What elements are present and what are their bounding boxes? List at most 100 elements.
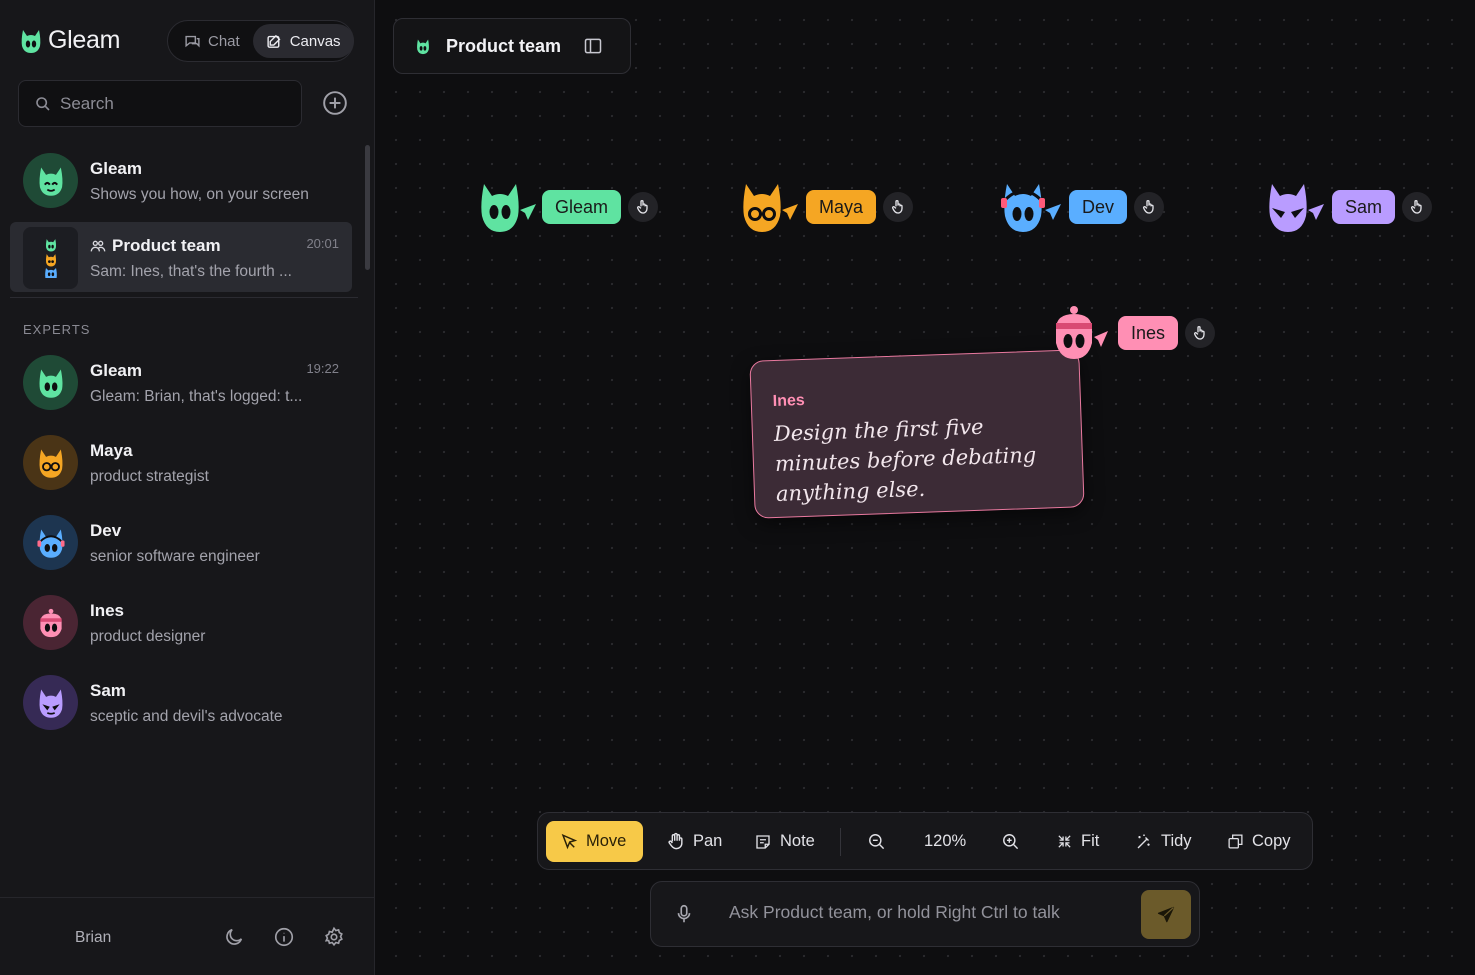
agent-gleam[interactable]: Gleam	[478, 180, 659, 234]
send-button[interactable]	[1141, 890, 1191, 939]
dev-character-icon	[1001, 184, 1061, 232]
sidebar-panel-icon[interactable]	[583, 36, 603, 56]
info-icon[interactable]	[273, 926, 295, 948]
note-text: Design the first five minutes before deb…	[773, 414, 1037, 506]
pan-tool-label: Pan	[693, 832, 723, 850]
expert-name: Ines	[90, 601, 125, 620]
pointer-hand-icon	[1143, 200, 1154, 214]
maya-avatar-icon	[39, 448, 62, 478]
zoom-in-icon	[1003, 834, 1019, 850]
send-icon	[1157, 906, 1175, 922]
expert-subtitle: product designer	[90, 628, 206, 645]
expert-time: 19:22	[306, 361, 339, 376]
copy-label: Copy	[1252, 832, 1291, 850]
expert-item-gleam[interactable]: Gleam Gleam: Brian, that's logged: t... …	[10, 347, 352, 417]
expert-name: Sam	[90, 681, 126, 700]
canvas-toolbar: Move Pan Note 120% Fit Tidy Copy	[537, 812, 1313, 870]
toolbar-separator	[840, 828, 841, 856]
copy-button[interactable]: Copy	[1213, 821, 1305, 862]
canvas-mode-button[interactable]: Canvas	[252, 24, 354, 58]
zoom-level[interactable]: 120%	[910, 821, 980, 862]
magic-wand-icon	[1137, 834, 1150, 848]
zoom-out-button[interactable]	[853, 821, 900, 862]
avatar	[23, 675, 78, 730]
dev-avatar-icon	[36, 528, 65, 558]
sidebar-scrollbar[interactable]	[365, 145, 370, 270]
sam-character-icon	[1269, 184, 1324, 232]
chat-mode-label: Chat	[208, 32, 240, 50]
agent-hand-button[interactable]	[628, 192, 659, 222]
agent-hand-button[interactable]	[1134, 192, 1165, 222]
maya-mini-icon	[45, 254, 56, 267]
app-name: Gleam	[48, 26, 121, 54]
canvas-mode-label: Canvas	[289, 32, 341, 50]
expert-name: Dev	[90, 521, 122, 540]
gleam-character-icon	[481, 184, 536, 232]
note-card[interactable]: Ines Design the first five minutes befor…	[749, 349, 1085, 519]
search-input[interactable]	[60, 93, 280, 114]
conversation-item-product-team[interactable]: Product team Sam: Ines, that's the fourt…	[10, 222, 352, 292]
ask-bar	[650, 881, 1200, 947]
pointer-hand-icon	[892, 200, 903, 214]
agent-ines[interactable]: Ines	[1052, 305, 1216, 361]
agent-sam[interactable]: Sam	[1266, 180, 1433, 234]
avatar	[23, 515, 78, 570]
chat-mode-button[interactable]: Chat	[171, 24, 253, 58]
pan-tool-button[interactable]: Pan	[652, 821, 736, 862]
gear-icon[interactable]	[323, 926, 345, 948]
sidebar-footer: Brian	[0, 897, 375, 975]
agent-maya[interactable]: Maya	[740, 180, 914, 234]
conversation-time: 20:01	[306, 236, 339, 251]
note-author: Ines	[772, 391, 806, 411]
agent-hand-button[interactable]	[1402, 192, 1433, 222]
copy-icon	[1228, 834, 1243, 849]
edit-square-icon	[267, 34, 281, 48]
fit-button[interactable]: Fit	[1042, 821, 1113, 862]
conversation-item-gleam[interactable]: Gleam Shows you how, on your screen	[10, 145, 352, 215]
canvas-title: Product team	[446, 35, 562, 56]
brand: Gleam	[20, 26, 120, 55]
fit-screen-icon	[1058, 835, 1071, 848]
avatar	[23, 595, 78, 650]
tidy-label: Tidy	[1161, 832, 1192, 850]
expert-name: Gleam	[90, 361, 142, 380]
zoom-out-icon	[869, 834, 885, 850]
expert-item-sam[interactable]: Sam sceptic and devil's advocate	[10, 667, 352, 737]
search-icon	[36, 96, 50, 111]
canvas-header: Product team	[393, 18, 631, 74]
ines-character-icon	[1056, 306, 1108, 359]
maya-character-icon	[743, 184, 798, 232]
gleam-logo-icon	[21, 29, 41, 53]
canvas[interactable]: Product team Gleam Maya Dev Sam Ines Des…	[376, 0, 1475, 975]
gleam-avatar-icon	[39, 166, 62, 196]
note-icon	[756, 834, 770, 849]
add-circle-icon[interactable]	[322, 90, 348, 116]
agent-hand-button[interactable]	[1185, 318, 1216, 348]
move-tool-button[interactable]: Move	[546, 821, 643, 862]
microphone-icon[interactable]	[673, 903, 695, 925]
expert-subtitle: product strategist	[90, 468, 209, 485]
zoom-in-button[interactable]	[987, 821, 1034, 862]
dev-mini-icon	[44, 268, 57, 278]
tidy-button[interactable]: Tidy	[1121, 821, 1206, 862]
ask-input[interactable]	[729, 902, 1129, 923]
conversation-subtitle: Sam: Ines, that's the fourth ...	[90, 263, 292, 280]
user-name[interactable]: Brian	[75, 929, 111, 947]
zoom-level-label: 120%	[924, 832, 967, 850]
pointer-hand-icon	[1194, 326, 1205, 340]
note-tool-label: Note	[780, 832, 815, 850]
avatar	[23, 435, 78, 490]
agent-dev[interactable]: Dev	[1001, 180, 1165, 234]
mode-toggle: Chat Canvas	[167, 20, 354, 62]
agent-label: Gleam	[542, 190, 622, 224]
agent-hand-button[interactable]	[883, 192, 914, 222]
note-tool-button[interactable]: Note	[740, 821, 829, 862]
expert-item-dev[interactable]: Dev senior software engineer	[10, 507, 352, 577]
agent-label: Dev	[1069, 190, 1128, 224]
moon-icon[interactable]	[223, 926, 245, 948]
conversation-title-text: Product team	[112, 236, 221, 255]
expert-item-maya[interactable]: Maya product strategist	[10, 427, 352, 497]
expert-item-ines[interactable]: Ines product designer	[10, 587, 352, 657]
hand-icon	[668, 832, 683, 850]
conversation-subtitle: Shows you how, on your screen	[90, 186, 309, 203]
